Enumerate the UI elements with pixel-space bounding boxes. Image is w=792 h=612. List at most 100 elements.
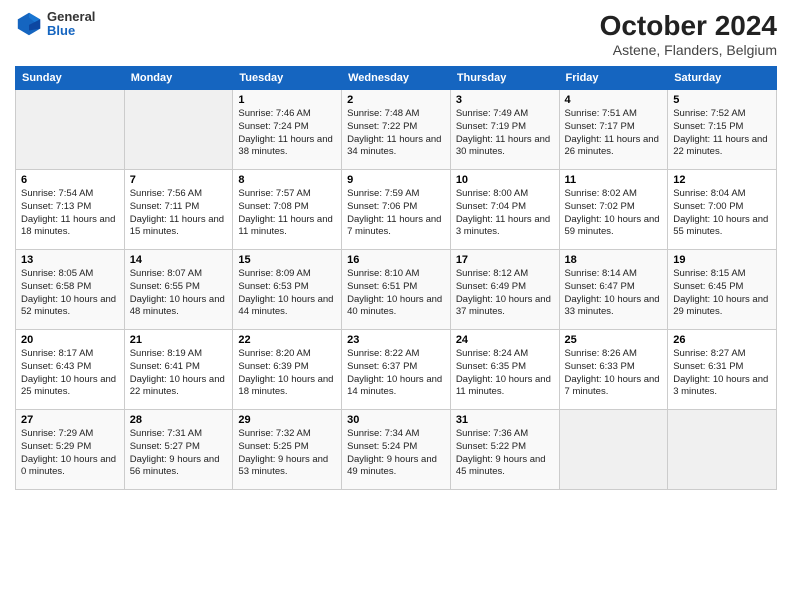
day-number: 6 [21,174,119,186]
day-cell: 18 Sunrise: 8:14 AM Sunset: 6:47 PM Dayli… [559,250,668,330]
day-info: Sunrise: 8:04 AM Sunset: 7:00 PM Dayligh… [673,188,771,239]
month-title: October 2024 [600,10,777,42]
col-thursday: Thursday [450,67,559,90]
day-number: 19 [673,254,771,266]
day-info: Sunrise: 7:46 AM Sunset: 7:24 PM Dayligh… [238,108,336,159]
logo: General Blue [15,10,95,39]
day-cell: 4Sunrise: 7:51 AM Sunset: 7:17 PM Daylig… [559,90,668,170]
day-number: 11 [565,174,663,186]
day-number: 4 [565,94,663,106]
day-cell: 28Sunrise: 7:31 AM Sunset: 5:27 PM Dayli… [124,410,233,490]
day-number: 2 [347,94,445,106]
calendar-table: Sunday Monday Tuesday Wednesday Thursday… [15,66,777,490]
day-number: 26 [673,334,771,346]
day-info: Sunrise: 8:12 AM Sunset: 6:49 PM Dayligh… [456,268,554,319]
day-cell [668,410,777,490]
location-title: Astene, Flanders, Belgium [600,42,777,58]
day-cell: 26 Sunrise: 8:27 AM Sunset: 6:31 PM Dayli… [668,330,777,410]
day-cell: 19 Sunrise: 8:15 AM Sunset: 6:45 PM Dayli… [668,250,777,330]
day-info: Sunrise: 8:15 AM Sunset: 6:45 PM Dayligh… [673,268,771,319]
day-number: 23 [347,334,445,346]
day-number: 22 [238,334,336,346]
day-number: 14 [130,254,228,266]
day-cell: 24Sunrise: 8:24 AM Sunset: 6:35 PM Dayli… [450,330,559,410]
day-info: Sunrise: 7:34 AM Sunset: 5:24 PM Dayligh… [347,428,445,479]
week-row-5: 27 Sunrise: 7:29 AM Sunset: 5:29 PM Dayli… [16,410,777,490]
page: General Blue October 2024 Astene, Flande… [0,0,792,612]
day-info: Sunrise: 8:14 AM Sunset: 6:47 PM Dayligh… [565,268,663,319]
day-info: Sunrise: 8:20 AM Sunset: 6:39 PM Dayligh… [238,348,336,399]
day-info: Sunrise: 7:32 AM Sunset: 5:25 PM Dayligh… [238,428,336,479]
day-number: 21 [130,334,228,346]
day-cell: 21Sunrise: 8:19 AM Sunset: 6:41 PM Dayli… [124,330,233,410]
day-cell [559,410,668,490]
day-cell: 25Sunrise: 8:26 AM Sunset: 6:33 PM Dayli… [559,330,668,410]
day-info: Sunrise: 7:29 AM Sunset: 5:29 PM Dayligh… [21,428,119,479]
day-cell: 17 Sunrise: 8:12 AM Sunset: 6:49 PM Dayli… [450,250,559,330]
logo-text: General Blue [47,10,95,39]
day-cell: 30 Sunrise: 7:34 AM Sunset: 5:24 PM Dayli… [342,410,451,490]
day-info: Sunrise: 7:52 AM Sunset: 7:15 PM Dayligh… [673,108,771,159]
day-cell: 27 Sunrise: 7:29 AM Sunset: 5:29 PM Dayli… [16,410,125,490]
day-cell: 11Sunrise: 8:02 AM Sunset: 7:02 PM Dayli… [559,170,668,250]
day-info: Sunrise: 7:31 AM Sunset: 5:27 PM Dayligh… [130,428,228,479]
day-cell: 23Sunrise: 8:22 AM Sunset: 6:37 PM Dayli… [342,330,451,410]
day-info: Sunrise: 8:27 AM Sunset: 6:31 PM Dayligh… [673,348,771,399]
day-number: 13 [21,254,119,266]
day-info: Sunrise: 7:59 AM Sunset: 7:06 PM Dayligh… [347,188,445,239]
day-number: 17 [456,254,554,266]
day-cell: 31 Sunrise: 7:36 AM Sunset: 5:22 PM Dayli… [450,410,559,490]
day-number: 27 [21,414,119,426]
week-row-1: 1 Sunrise: 7:46 AM Sunset: 7:24 PM Daylig… [16,90,777,170]
col-monday: Monday [124,67,233,90]
day-number: 5 [673,94,771,106]
day-number: 8 [238,174,336,186]
day-info: Sunrise: 8:09 AM Sunset: 6:53 PM Dayligh… [238,268,336,319]
day-number: 7 [130,174,228,186]
day-cell: 13Sunrise: 8:05 AM Sunset: 6:58 PM Dayli… [16,250,125,330]
day-number: 1 [238,94,336,106]
day-info: Sunrise: 7:54 AM Sunset: 7:13 PM Dayligh… [21,188,119,239]
day-cell: 14 Sunrise: 8:07 AM Sunset: 6:55 PM Dayli… [124,250,233,330]
day-info: Sunrise: 7:48 AM Sunset: 7:22 PM Dayligh… [347,108,445,159]
day-cell: 16Sunrise: 8:10 AM Sunset: 6:51 PM Dayli… [342,250,451,330]
day-number: 18 [565,254,663,266]
day-number: 20 [21,334,119,346]
day-info: Sunrise: 8:07 AM Sunset: 6:55 PM Dayligh… [130,268,228,319]
logo-blue-text: Blue [47,24,95,38]
day-cell: 15 Sunrise: 8:09 AM Sunset: 6:53 PM Dayli… [233,250,342,330]
day-cell: 20 Sunrise: 8:17 AM Sunset: 6:43 PM Dayli… [16,330,125,410]
day-number: 30 [347,414,445,426]
day-number: 24 [456,334,554,346]
day-info: Sunrise: 7:56 AM Sunset: 7:11 PM Dayligh… [130,188,228,239]
day-cell: 12Sunrise: 8:04 AM Sunset: 7:00 PM Dayli… [668,170,777,250]
day-cell: 9Sunrise: 7:59 AM Sunset: 7:06 PM Daylig… [342,170,451,250]
day-info: Sunrise: 7:49 AM Sunset: 7:19 PM Dayligh… [456,108,554,159]
day-info: Sunrise: 8:17 AM Sunset: 6:43 PM Dayligh… [21,348,119,399]
day-cell: 6 Sunrise: 7:54 AM Sunset: 7:13 PM Daylig… [16,170,125,250]
day-cell: 8 Sunrise: 7:57 AM Sunset: 7:08 PM Daylig… [233,170,342,250]
day-cell: 29 Sunrise: 7:32 AM Sunset: 5:25 PM Dayli… [233,410,342,490]
week-row-2: 6 Sunrise: 7:54 AM Sunset: 7:13 PM Daylig… [16,170,777,250]
day-number: 29 [238,414,336,426]
day-number: 10 [456,174,554,186]
day-number: 15 [238,254,336,266]
day-info: Sunrise: 8:26 AM Sunset: 6:33 PM Dayligh… [565,348,663,399]
col-saturday: Saturday [668,67,777,90]
day-cell: 22 Sunrise: 8:20 AM Sunset: 6:39 PM Dayli… [233,330,342,410]
col-wednesday: Wednesday [342,67,451,90]
week-row-3: 13Sunrise: 8:05 AM Sunset: 6:58 PM Dayli… [16,250,777,330]
day-info: Sunrise: 8:10 AM Sunset: 6:51 PM Dayligh… [347,268,445,319]
day-cell: 1 Sunrise: 7:46 AM Sunset: 7:24 PM Daylig… [233,90,342,170]
week-row-4: 20 Sunrise: 8:17 AM Sunset: 6:43 PM Dayli… [16,330,777,410]
col-sunday: Sunday [16,67,125,90]
day-info: Sunrise: 7:57 AM Sunset: 7:08 PM Dayligh… [238,188,336,239]
day-number: 3 [456,94,554,106]
day-cell [124,90,233,170]
day-cell: 2 Sunrise: 7:48 AM Sunset: 7:22 PM Daylig… [342,90,451,170]
day-number: 31 [456,414,554,426]
day-cell: 5 Sunrise: 7:52 AM Sunset: 7:15 PM Daylig… [668,90,777,170]
day-info: Sunrise: 7:36 AM Sunset: 5:22 PM Dayligh… [456,428,554,479]
day-info: Sunrise: 8:00 AM Sunset: 7:04 PM Dayligh… [456,188,554,239]
logo-icon [15,10,43,38]
